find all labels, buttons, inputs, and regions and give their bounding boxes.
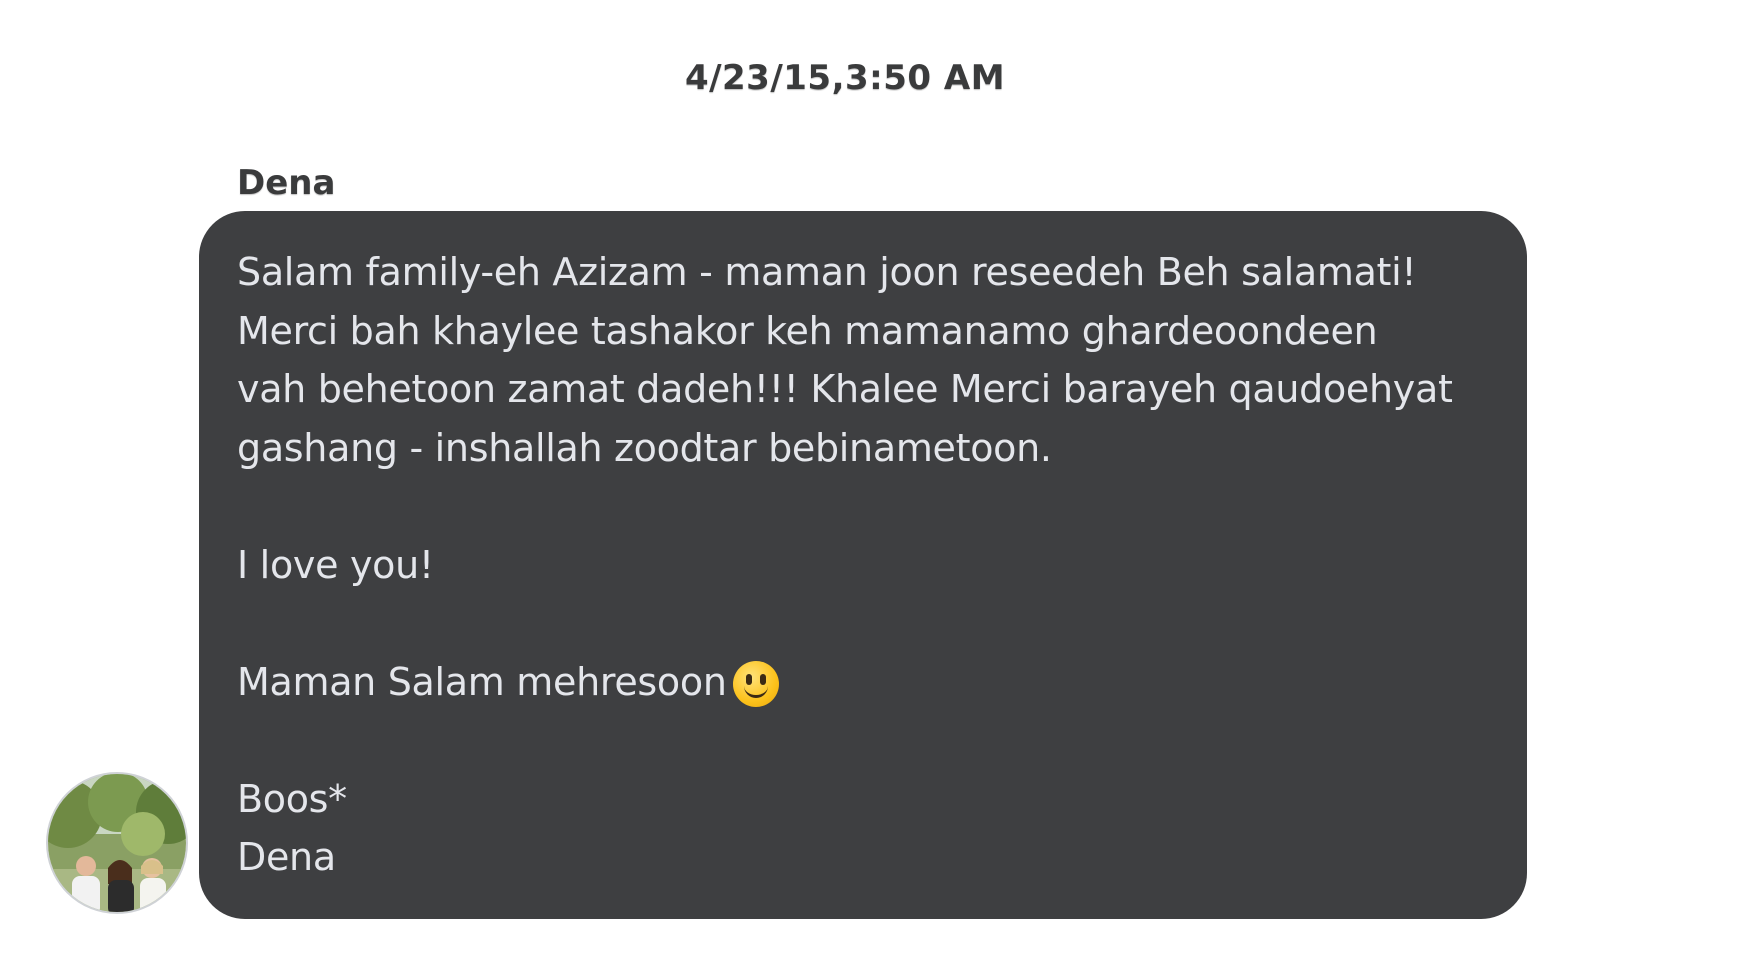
message-line: Merci bah khaylee tashakor keh mamanamo … (237, 308, 1378, 353)
message-line: vah behetoon zamat dadeh!!! Khalee Merci… (237, 367, 1453, 411)
message-line: gashang - inshallah zoodtar bebinametoon… (237, 425, 1052, 470)
avatar-photo (48, 774, 186, 912)
message-line: Boos* (237, 776, 347, 821)
slightly-smiling-face-icon (732, 660, 779, 707)
sender-avatar[interactable] (46, 772, 188, 914)
message-line: Salam family-eh Azizam - maman joon rese… (237, 250, 1417, 294)
message-line-text: Maman Salam mehresoon (237, 659, 727, 704)
message-line: I love you! (237, 542, 434, 587)
message-timestamp: 4/23/15,3:50 AM (684, 58, 1006, 98)
sender-name: Dena (237, 163, 336, 203)
message-line-with-emoji: Maman Salam mehresoon (237, 653, 1491, 712)
message-line: Dena (237, 835, 336, 879)
message-bubble[interactable]: Salam family-eh Azizam - maman joon rese… (199, 211, 1527, 919)
